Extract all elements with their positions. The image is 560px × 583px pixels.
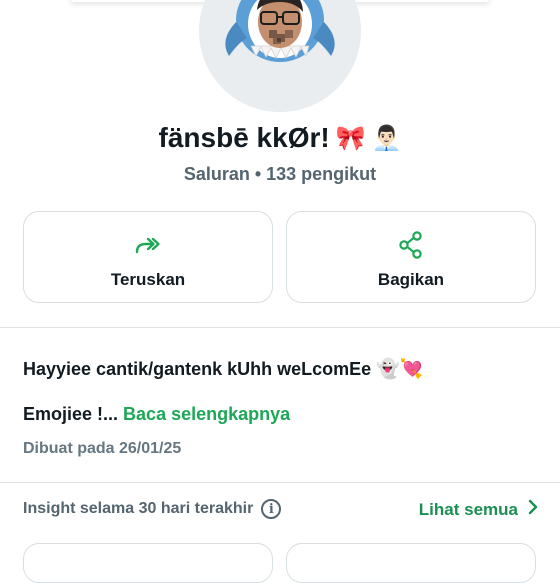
info-icon[interactable]: i <box>261 499 282 519</box>
double-forward-arrow-icon <box>134 232 162 258</box>
forward-label: Teruskan <box>110 270 186 289</box>
insight-header: Insight selama 30 hari terakhir i <box>23 499 282 519</box>
description-line-1: Hayyiee cantik/gantenk kUhh weLcomEe 👻💘 <box>23 357 423 380</box>
description-text-2: Emojiee !... <box>23 404 119 424</box>
person-emoji-icon: 👨🏻‍💼 <box>371 124 402 152</box>
bow-emoji-icon: 🎀 <box>335 124 366 152</box>
avatar-image <box>199 0 361 112</box>
channel-name-row: fänsbē kkØr! 🎀 👨🏻‍💼 <box>0 120 560 156</box>
share-button[interactable]: Bagikan <box>286 211 536 303</box>
channel-avatar[interactable] <box>199 0 361 112</box>
section-divider <box>0 327 560 328</box>
description-text-1: Hayyiee cantik/gantenk kUhh weLcomEe <box>23 359 372 379</box>
insight-card-2[interactable] <box>286 543 536 583</box>
share-icon <box>398 231 424 259</box>
see-all-link[interactable]: Lihat semua <box>419 499 538 520</box>
insight-divider <box>0 482 560 483</box>
channel-meta: Saluran • 133 pengikut <box>183 164 377 184</box>
description-line-2: Emojiee !... Baca selengkapnya <box>23 404 290 425</box>
channel-name: fänsbē kkØr! <box>158 122 330 153</box>
forward-button[interactable]: Teruskan <box>23 211 273 303</box>
insight-label: Insight selama 30 hari terakhir <box>23 500 254 517</box>
created-date: Dibuat pada 26/01/25 <box>23 440 182 457</box>
insight-card-1[interactable] <box>23 543 273 583</box>
share-label: Bagikan <box>377 270 445 289</box>
ghost-heart-emoji-icon: 👻💘 <box>376 358 424 380</box>
chevron-right-icon <box>528 499 538 520</box>
read-more-link[interactable]: Baca selengkapnya <box>123 404 290 424</box>
see-all-label: Lihat semua <box>418 499 518 519</box>
